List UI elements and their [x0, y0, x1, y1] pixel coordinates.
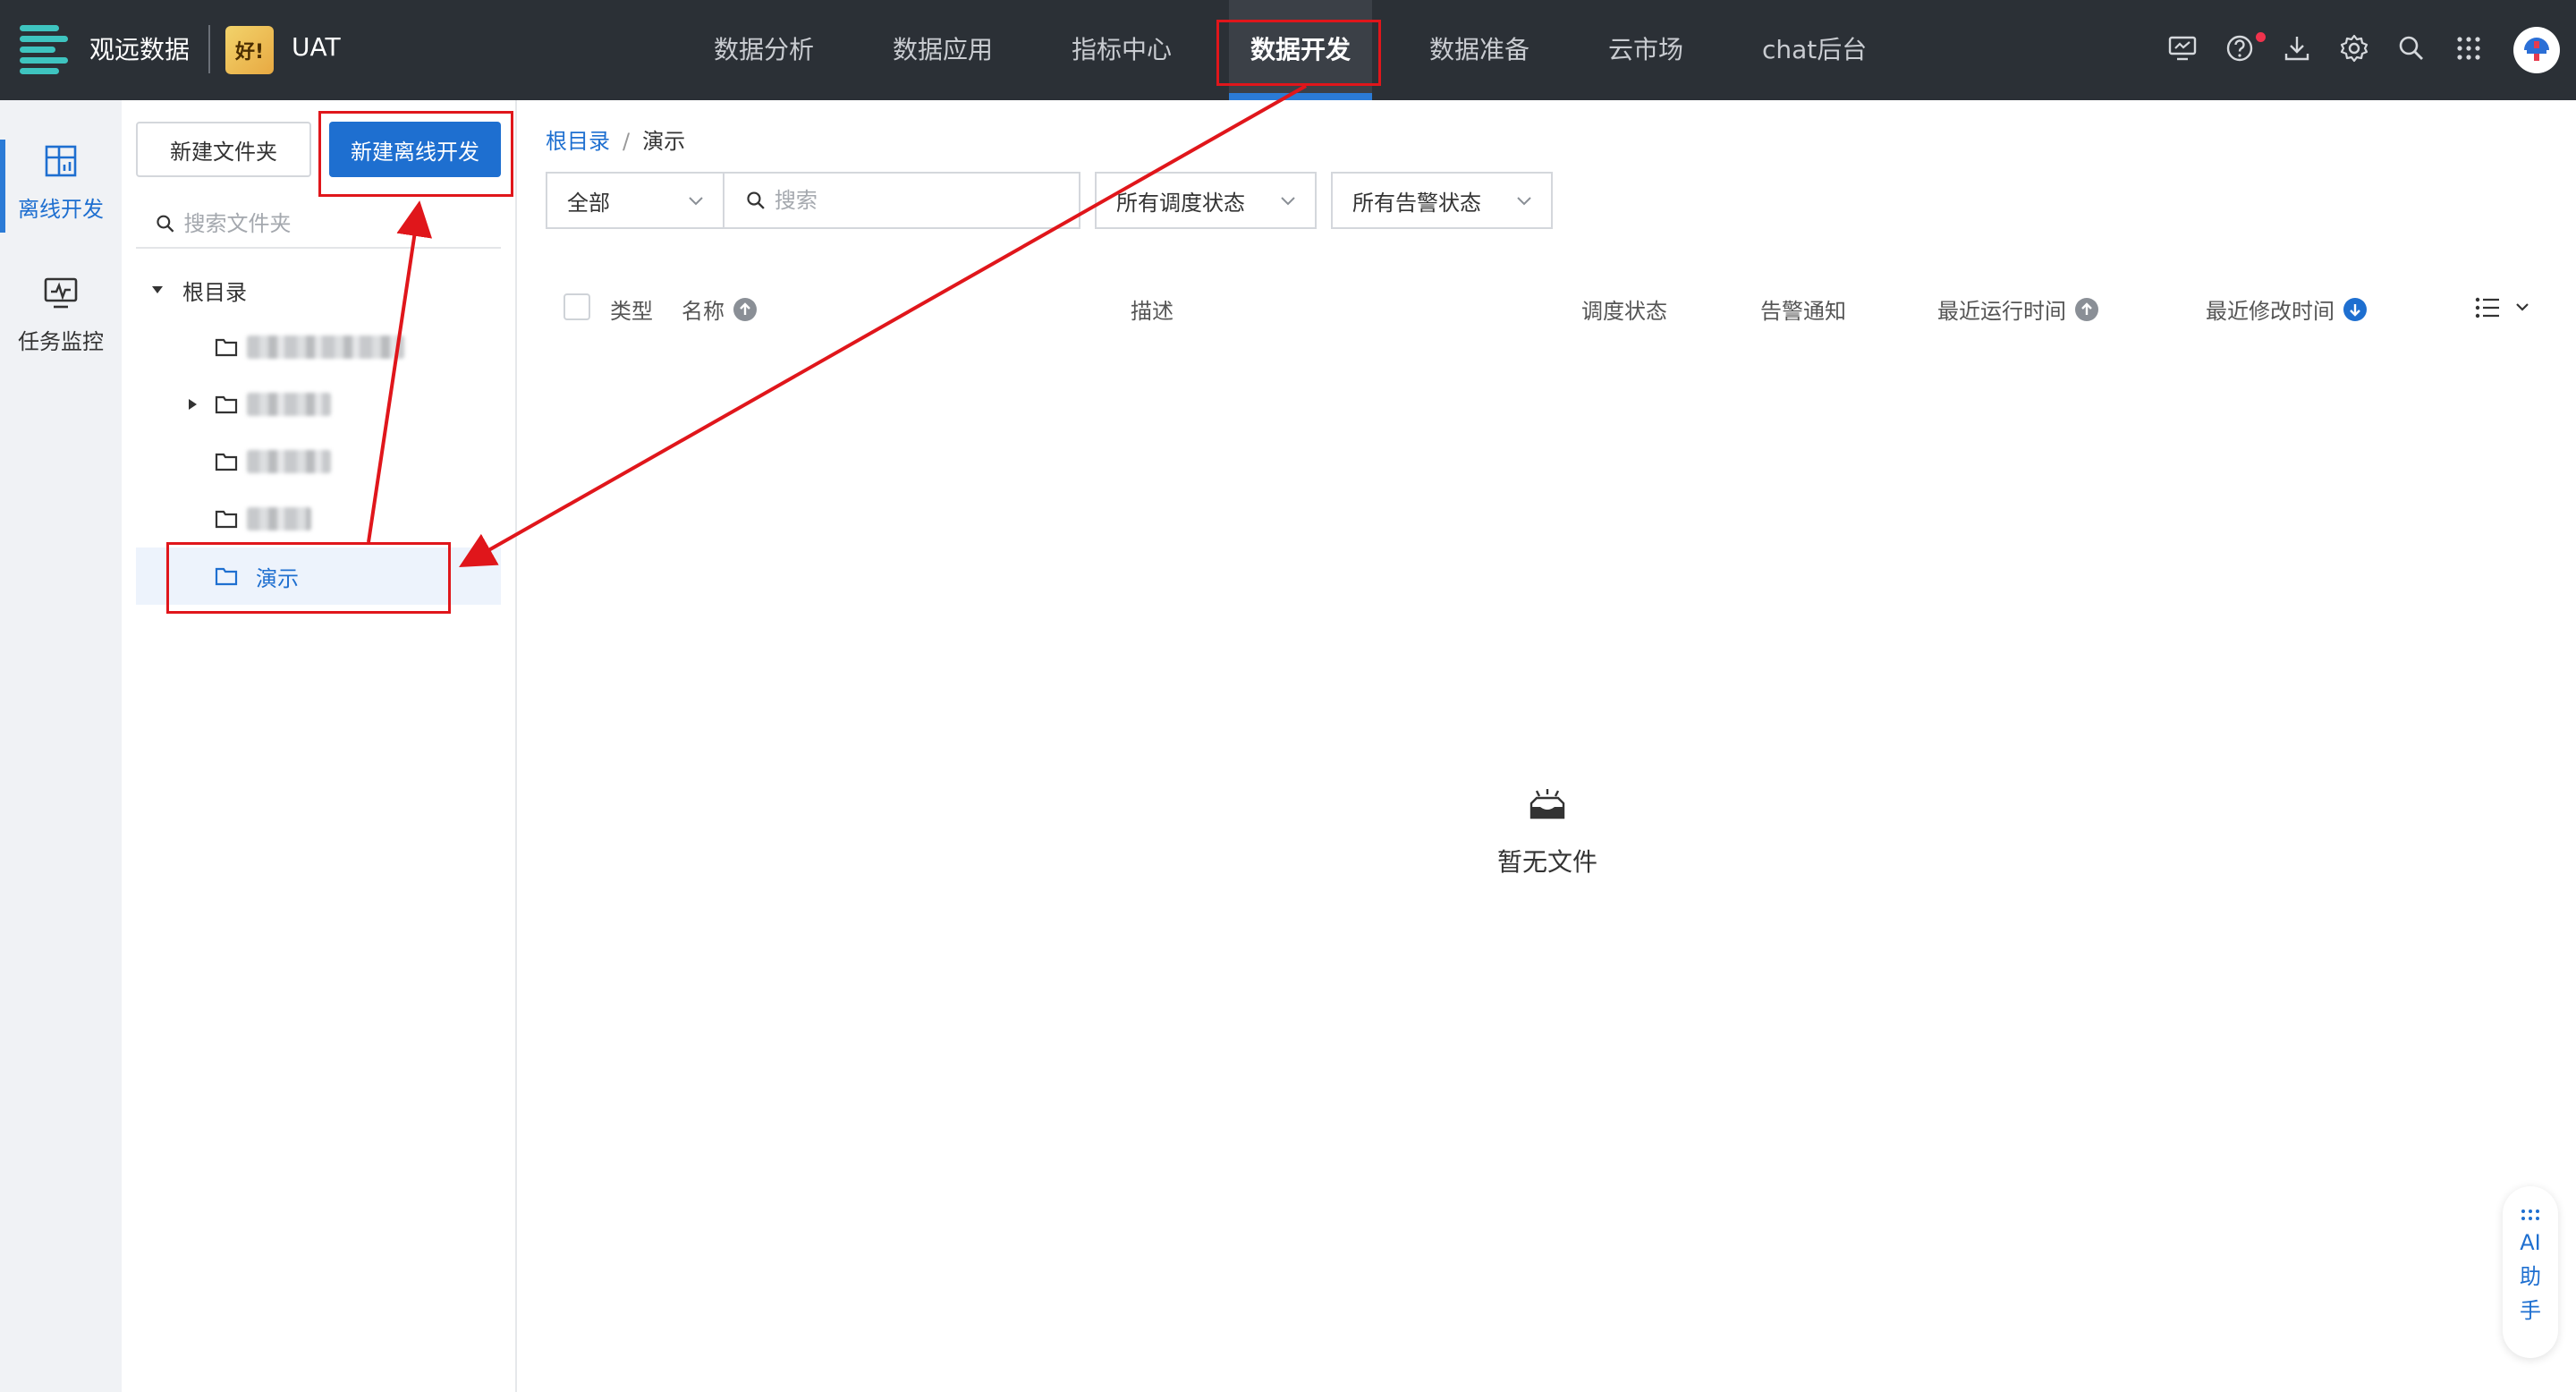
rail-item-offline-dev[interactable]: 离线开发	[0, 141, 122, 223]
top-bar: 观远数据 好! UAT 数据分析 数据应用 指标中心 数据开发 数据准备 云市场…	[0, 0, 2576, 100]
search-icon	[747, 191, 765, 209]
type-filter-value: 全部	[567, 190, 610, 216]
header-schedule-label: 调度状态	[1581, 299, 1667, 324]
chevron-down-icon	[1517, 197, 1531, 206]
search-icon[interactable]	[2395, 32, 2428, 64]
sort-down-icon[interactable]	[2343, 297, 2367, 321]
apps-grid-icon[interactable]	[2453, 32, 2485, 64]
breadcrumb-root[interactable]: 根目录	[546, 129, 610, 154]
file-search	[723, 172, 1080, 229]
annotation-arrow-nav-to-folder	[459, 84, 1307, 567]
user-avatar-icon	[2519, 32, 2555, 68]
breadcrumb: 根目录 / 演示	[546, 123, 685, 155]
header-name-label: 名称	[682, 299, 724, 324]
tree-folder-selected[interactable]: 演示	[136, 547, 501, 605]
nav-data-application[interactable]: 数据应用	[893, 30, 993, 66]
alert-status-select[interactable]: 所有告警状态	[1331, 172, 1553, 229]
ai-assistant-label: 助	[2520, 1264, 2541, 1289]
ai-dots-icon	[2521, 1210, 2539, 1220]
caret-down-icon[interactable]	[150, 283, 165, 297]
gear-icon[interactable]	[2338, 32, 2370, 64]
alert-status-value: 所有告警状态	[1352, 190, 1481, 216]
ai-assistant-button[interactable]: AI 助 手	[2503, 1186, 2558, 1358]
ai-assistant-label: AI	[2520, 1230, 2541, 1255]
nav-chat-backend[interactable]: chat后台	[1762, 30, 1867, 66]
tree-root[interactable]: 根目录	[136, 261, 501, 318]
empty-inbox-icon	[1530, 789, 1565, 819]
redacted-folder-name	[247, 507, 311, 530]
file-search-input[interactable]	[772, 187, 1079, 214]
rail-label-task-monitor: 任务监控	[18, 329, 104, 354]
nav-cloud-market[interactable]: 云市场	[1608, 30, 1683, 66]
folder-icon	[215, 510, 238, 529]
folder-search	[136, 200, 501, 249]
header-desc: 描述	[1131, 293, 1174, 325]
empty-state: 暂无文件	[1458, 787, 1637, 878]
nav-data-development[interactable]: 数据开发	[1250, 30, 1351, 66]
breadcrumb-current: 演示	[642, 129, 686, 154]
folder-icon	[215, 395, 238, 414]
nav-data-analysis[interactable]: 数据分析	[714, 30, 814, 66]
folder-icon	[215, 567, 238, 586]
header-alert-label: 告警通知	[1760, 299, 1846, 324]
notification-dot	[2256, 32, 2266, 42]
chevron-down-icon	[689, 197, 703, 206]
rail-item-task-monitor[interactable]: 任务监控	[0, 274, 122, 355]
header-desc-label: 描述	[1131, 299, 1174, 324]
folder-icon	[215, 453, 238, 471]
header-type: 类型	[610, 293, 653, 325]
help-icon[interactable]	[2224, 32, 2256, 64]
selected-folder-label: 演示	[256, 565, 299, 591]
header-last-modified-label: 最近修改时间	[2206, 299, 2334, 324]
logo-icon[interactable]	[20, 25, 68, 75]
download-icon[interactable]	[2281, 32, 2313, 64]
breadcrumb-separator: /	[623, 129, 631, 154]
redacted-folder-name	[247, 393, 331, 416]
user-avatar[interactable]	[2513, 27, 2560, 73]
sort-up-icon[interactable]	[2075, 297, 2098, 321]
folder-icon	[215, 338, 238, 357]
folder-search-input[interactable]	[182, 210, 501, 237]
search-icon	[157, 215, 174, 233]
redacted-folder-name	[247, 335, 404, 359]
monitor-icon[interactable]	[2166, 32, 2199, 64]
schedule-status-value: 所有调度状态	[1116, 190, 1245, 216]
header-last-run[interactable]: 最近运行时间	[1937, 293, 2098, 325]
ai-assistant-label: 手	[2520, 1298, 2541, 1323]
tree-folder[interactable]	[136, 433, 501, 490]
header-schedule: 调度状态	[1581, 293, 1667, 325]
header-alert: 告警通知	[1760, 293, 1846, 325]
header-name[interactable]: 名称	[682, 293, 757, 325]
header-type-label: 类型	[610, 299, 653, 324]
chevron-down-icon	[1281, 197, 1295, 206]
column-settings-icon[interactable]	[2474, 295, 2535, 320]
environment-label[interactable]: UAT	[292, 32, 341, 62]
brand-name: 观远数据	[89, 35, 191, 64]
new-offline-dev-button[interactable]: 新建离线开发	[329, 122, 501, 177]
nav-active-indicator	[1229, 93, 1372, 100]
redacted-folder-name	[247, 450, 331, 473]
header-last-run-label: 最近运行时间	[1937, 299, 2066, 324]
tree-folder[interactable]	[136, 318, 501, 376]
workspace-avatar[interactable]: 好!	[225, 26, 274, 74]
divider	[208, 25, 210, 73]
schedule-status-select[interactable]: 所有调度状态	[1095, 172, 1317, 229]
tree-folder[interactable]	[136, 490, 501, 547]
header-last-modified[interactable]: 最近修改时间	[2206, 293, 2367, 325]
caret-right-icon[interactable]	[186, 398, 199, 411]
tree-root-label: 根目录	[182, 279, 247, 305]
sort-up-icon[interactable]	[733, 297, 757, 321]
empty-state-text: 暂无文件	[1496, 847, 1597, 877]
rail-label-offline-dev: 离线开发	[18, 197, 104, 222]
tree-folder[interactable]	[136, 376, 501, 433]
task-monitor-icon	[44, 277, 78, 309]
offline-dev-icon	[45, 145, 77, 177]
nav-data-preparation[interactable]: 数据准备	[1429, 30, 1530, 66]
nav-metric-center[interactable]: 指标中心	[1072, 30, 1172, 66]
new-folder-button[interactable]: 新建文件夹	[136, 122, 311, 177]
type-filter-select[interactable]: 全部	[546, 172, 724, 229]
select-all-checkbox[interactable]	[564, 293, 590, 320]
